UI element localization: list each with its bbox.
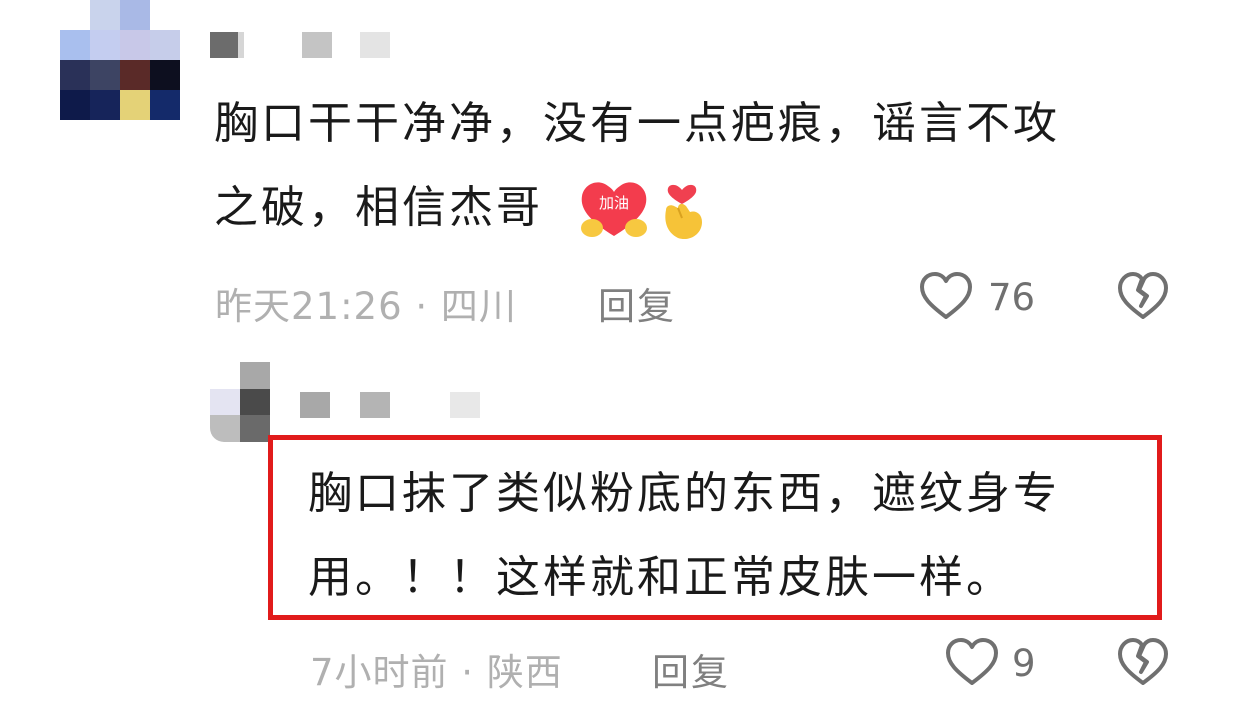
avatar[interactable] (210, 362, 270, 442)
broken-heart-icon[interactable] (1116, 636, 1170, 688)
timestamp-location: 昨天21:26 · 四川 (215, 285, 517, 328)
finger-heart-emoji (665, 184, 702, 240)
reply-button[interactable]: 回复 (652, 642, 730, 696)
heart-outline-icon (946, 638, 998, 685)
like-count: 76 (988, 276, 1036, 319)
comment-text-line: 胸口干干净净，没有一点疤痕，谣言不攻 (214, 98, 1060, 149)
comment-text: 之破，相信杰哥 (214, 182, 543, 233)
heart-outline-icon (920, 272, 972, 319)
like-count: 9 (1012, 642, 1036, 685)
comment-text-line: 用。！！这样就和正常皮肤一样。 (308, 552, 1013, 603)
heart-jiayou-emoji: 加油 (581, 182, 647, 237)
comment-text-line: 胸口抹了类似粉底的东西，遮纹身专 (308, 468, 1060, 519)
timestamp-location: 7小时前 · 陕西 (310, 651, 563, 694)
comment-text-line: 之破，相信杰哥 (214, 166, 543, 250)
avatar[interactable] (60, 0, 180, 120)
broken-heart-icon[interactable] (1116, 270, 1170, 322)
badge-text: 加油 (599, 194, 629, 212)
reply-button[interactable]: 回复 (598, 276, 676, 330)
